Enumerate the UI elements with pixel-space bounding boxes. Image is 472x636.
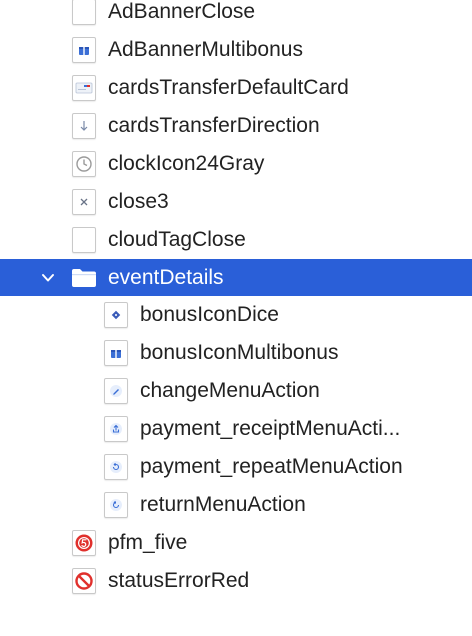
return-icon <box>104 492 128 518</box>
tree-item-clockicon24gray[interactable]: clockIcon24Gray <box>0 145 472 183</box>
tree-item-payment-receiptmenuaction[interactable]: payment_receiptMenuActi... <box>0 410 472 448</box>
tree-item-label: payment_receiptMenuActi... <box>140 417 401 440</box>
share-icon <box>104 416 128 442</box>
tree-item-label: changeMenuAction <box>140 379 320 402</box>
tree-item-close3[interactable]: close3 <box>0 183 472 221</box>
repeat-icon <box>104 454 128 480</box>
blank-asset-icon <box>72 0 96 25</box>
tree-item-changemenuaction[interactable]: changeMenuAction <box>0 372 472 410</box>
folder-icon <box>72 269 96 287</box>
tree-item-bonusiconmultibonus[interactable]: bonusIconMultibonus <box>0 334 472 372</box>
tree-item-label: AdBannerMultibonus <box>108 38 303 61</box>
tree-item-returnmenuaction[interactable]: returnMenuAction <box>0 486 472 524</box>
tree-item-payment-repeatmenuaction[interactable]: payment_repeatMenuAction <box>0 448 472 486</box>
tree-item-label: bonusIconMultibonus <box>140 341 339 364</box>
tree-item-label: payment_repeatMenuAction <box>140 455 403 478</box>
tree-item-label: eventDetails <box>108 266 224 289</box>
card-icon <box>72 75 96 101</box>
dice-icon <box>104 302 128 328</box>
tree-item-cardstransferdirection[interactable]: cardsTransferDirection <box>0 107 472 145</box>
tree-item-label: cloudTagClose <box>108 228 246 251</box>
tree-item-label: close3 <box>108 190 169 213</box>
error-icon <box>72 568 96 594</box>
tree-item-statuserrorred[interactable]: statusErrorRed <box>0 562 472 600</box>
asset-tree: AdBannerClose AdBannerMultibonus cardsTr… <box>0 0 472 600</box>
tree-item-bonusicondice[interactable]: bonusIconDice <box>0 296 472 334</box>
chevron-down-icon[interactable] <box>40 270 56 286</box>
tree-item-label: statusErrorRed <box>108 569 250 592</box>
tree-item-pfm-five[interactable]: pfm_five <box>0 524 472 562</box>
tree-item-adbannermultibonus[interactable]: AdBannerMultibonus <box>0 31 472 69</box>
tree-item-cloudtagclose[interactable]: cloudTagClose <box>0 221 472 259</box>
tree-item-adbannerclose[interactable]: AdBannerClose <box>0 0 472 31</box>
blank-asset-icon <box>72 227 96 253</box>
five-badge-icon <box>72 530 96 556</box>
tree-item-eventdetails[interactable]: eventDetails <box>0 259 472 296</box>
clock-icon <box>72 151 96 177</box>
tree-item-label: clockIcon24Gray <box>108 152 265 175</box>
tree-item-label: cardsTransferDirection <box>108 114 320 137</box>
gift-icon <box>104 340 128 366</box>
gift-icon <box>72 37 96 63</box>
tree-item-label: pfm_five <box>108 531 188 554</box>
pencil-icon <box>104 378 128 404</box>
close-icon <box>72 189 96 215</box>
tree-item-label: AdBannerClose <box>108 0 256 23</box>
tree-item-label: returnMenuAction <box>140 493 306 516</box>
tree-item-cardstransferdefaultcard[interactable]: cardsTransferDefaultCard <box>0 69 472 107</box>
tree-item-label: cardsTransferDefaultCard <box>108 76 349 99</box>
tree-item-label: bonusIconDice <box>140 303 279 326</box>
arrow-down-icon <box>72 113 96 139</box>
